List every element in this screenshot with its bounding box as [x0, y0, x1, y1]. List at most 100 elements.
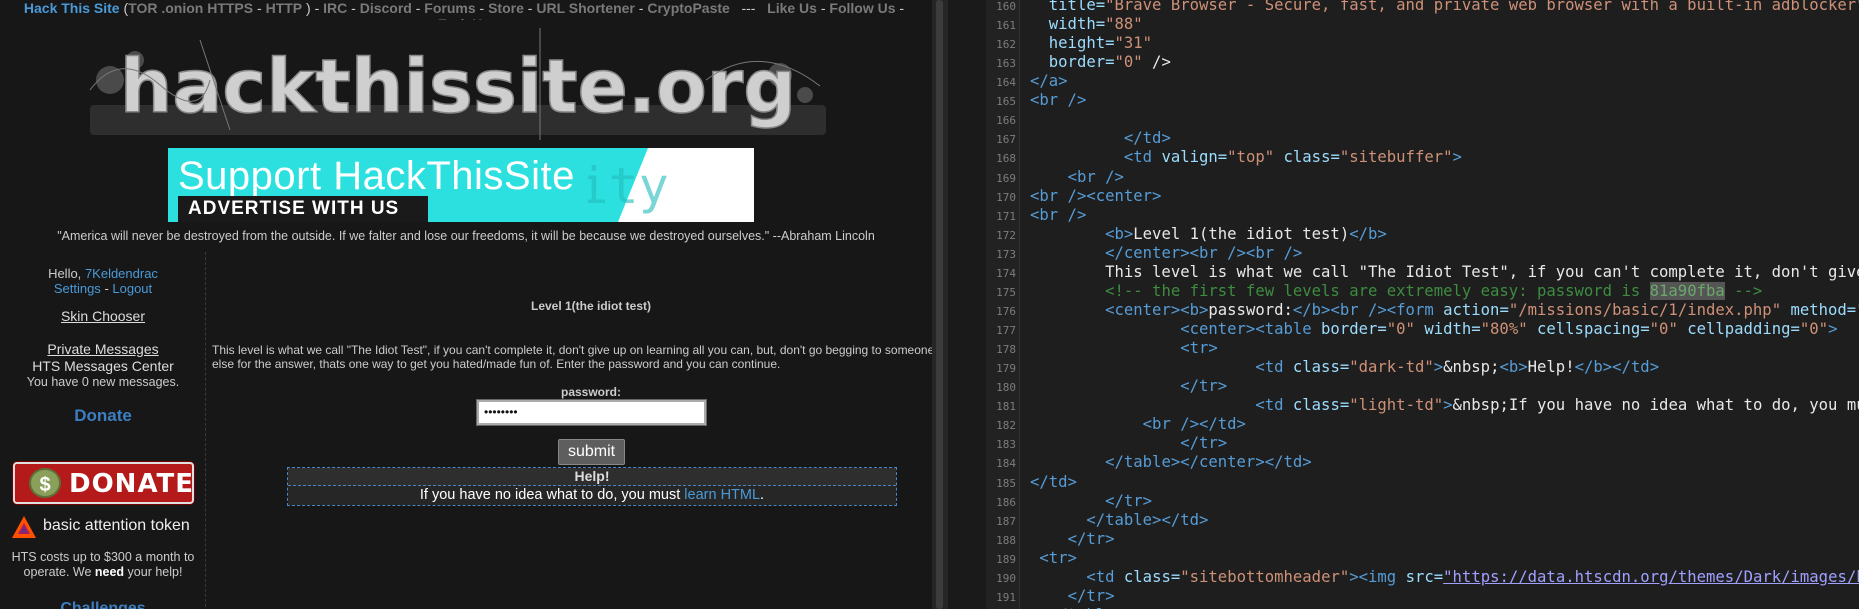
code-token: <b>: [1105, 224, 1134, 243]
nav-url-shortener-link[interactable]: URL Shortener: [536, 0, 635, 16]
ad-subtitle: ADVERTISE WITH US: [178, 196, 428, 222]
code-token: </tr>: [1067, 529, 1115, 548]
code-token: <tr>: [1039, 548, 1077, 567]
view-source-pane: 160 161 162 163 164 165 166 167 168 169 170 171 172 1…: [986, 0, 1859, 609]
svg-text:ecurity: ecurity: [588, 157, 669, 215]
code-line: </table></td>: [1030, 511, 1208, 529]
code-token: border=: [1030, 53, 1115, 72]
nav-http-link[interactable]: HTTP: [266, 0, 303, 16]
code-token: />: [1142, 53, 1171, 72]
vertical-scrollbar[interactable]: [936, 0, 943, 609]
logout-link[interactable]: Logout: [112, 281, 152, 296]
new-messages-count: You have 0 new messages.: [26, 375, 180, 389]
code-line: </a>: [1030, 72, 1068, 90]
code-token: <br />: [1067, 167, 1124, 186]
code-token: </center><br /><br />: [1105, 243, 1303, 262]
help-table: Help! If you have no idea what to do, yo…: [287, 467, 897, 506]
nav-store-link[interactable]: Store: [488, 0, 524, 16]
messages-center-label: HTS Messages Center: [32, 358, 174, 374]
nav-follow-us-link[interactable]: Follow Us: [829, 0, 895, 16]
code-token: cellspacing=: [1527, 320, 1650, 339]
code-token: </tr>: [1180, 434, 1228, 453]
dollar-coin-icon: $: [29, 468, 61, 498]
username-link[interactable]: 7Keldendrac: [85, 266, 158, 281]
site-brand-link[interactable]: Hack This Site: [24, 0, 120, 16]
nav-cryptopaste-link[interactable]: CryptoPaste: [647, 0, 729, 16]
code-token: action=: [1443, 300, 1509, 319]
code-token: <br />: [1030, 205, 1087, 224]
code-token: password:: [1208, 300, 1293, 319]
code-line: </tr>: [1030, 587, 1115, 605]
password-input[interactable]: ••••••••: [477, 400, 706, 425]
nav-tor-link[interactable]: TOR .onion HTTPS: [128, 0, 253, 16]
private-messages-link[interactable]: Private Messages: [47, 341, 158, 357]
left-sidebar: Hello, 7Keldendrac Settings - Logout Ski…: [0, 252, 206, 609]
hosting-cost-line1: HTS costs up to $300 a month to: [11, 550, 195, 564]
settings-link[interactable]: Settings: [54, 281, 101, 296]
code-line: height="31": [1030, 34, 1152, 52]
highlighted-password-token: 81a90fba: [1649, 281, 1725, 300]
nav-forums-link[interactable]: Forums: [424, 0, 475, 16]
code-token: "/missions/basic/1/index.php": [1508, 300, 1782, 319]
donate-button[interactable]: $ DONATE: [13, 462, 194, 504]
pane-divider[interactable]: [932, 0, 948, 609]
code-token: class=: [1274, 148, 1340, 167]
code-line: <b>Level 1(the idiot test)</b>: [1030, 225, 1387, 243]
hosting-cost-line2: operate. We need your help!: [23, 565, 183, 579]
code-token: </b>: [1349, 224, 1387, 243]
code-line: <tr>: [1030, 549, 1077, 567]
code-token: height=: [1030, 34, 1115, 53]
code-token: >: [1443, 396, 1453, 415]
donate-title-link[interactable]: Donate: [74, 406, 132, 425]
code-token: </td>: [1030, 472, 1077, 491]
code-token: <center><table: [1180, 320, 1322, 339]
code-line: <!-- the first few levels are extremely …: [1030, 281, 1762, 300]
code-token: >: [1828, 320, 1838, 339]
code-token: </tr>: [1180, 377, 1228, 396]
code-token: <br /><center>: [1030, 186, 1162, 205]
code-token: class=: [1292, 358, 1350, 377]
code-token: <td: [1255, 358, 1293, 377]
code-token: >: [1433, 358, 1444, 377]
code-line: <tr>: [1030, 339, 1218, 357]
learn-html-link[interactable]: learn HTML: [684, 487, 760, 503]
support-ad-banner[interactable]: ecurity Support HackThisSite ADVERTISE W…: [168, 148, 754, 222]
code-token: width=: [1030, 15, 1106, 34]
code-token: valign=: [1161, 148, 1228, 167]
code-line: width="88": [1030, 15, 1143, 33]
quote-text: "America will never be destroyed from th…: [57, 229, 875, 243]
ad-decoration: ecurity: [588, 148, 754, 222]
level-description: This level is what we call "The Idiot Te…: [212, 343, 932, 371]
nav-like-us-link[interactable]: Like Us: [767, 0, 817, 16]
level-title: Level 1(the idiot test): [530, 299, 652, 313]
code-line: </center><br /><br />: [1030, 244, 1302, 262]
code-token: "light-td": [1349, 396, 1444, 415]
skin-chooser-link[interactable]: Skin Chooser: [61, 308, 145, 324]
nav-irc-link[interactable]: IRC: [323, 0, 347, 16]
code-token: </b></td>: [1574, 358, 1660, 377]
code-token: cellpadding=: [1677, 320, 1800, 339]
basic-attention-token-link[interactable]: basic attention token: [12, 514, 202, 540]
code-line: This level is what we call "The Idiot Te…: [1030, 263, 1859, 281]
challenges-link[interactable]: Challenges: [0, 600, 206, 609]
code-token: "0": [1799, 320, 1829, 339]
submit-button[interactable]: submit: [558, 439, 625, 465]
code-token: <tr>: [1180, 339, 1218, 358]
hello-label: Hello,: [48, 266, 82, 281]
nav-discord-link[interactable]: Discord: [360, 0, 412, 16]
code-token: Help!: [1527, 358, 1575, 377]
mission-content: Level 1(the idiot test) This level is wh…: [208, 252, 932, 609]
code-line: </td>: [1030, 473, 1077, 491]
